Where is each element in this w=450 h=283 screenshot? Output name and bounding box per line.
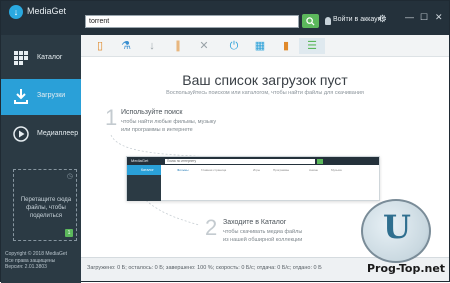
illustration-titlebar: MediaGet Поиск по интернету xyxy=(127,157,379,165)
illustration-app-name: MediaGet xyxy=(131,158,149,163)
search-input[interactable] xyxy=(85,15,299,28)
status-text: Загружено: 0 Б; осталось: 0 Б; завершено… xyxy=(87,265,322,271)
step-2-desc-line: из нашей обширной коллекции xyxy=(223,237,303,243)
app-name: MediaGet xyxy=(27,6,67,16)
download-icon xyxy=(14,89,28,104)
close-icon[interactable]: ✕ xyxy=(435,12,443,23)
step-2-desc: чтобы скачивать медиа файлы из нашей обш… xyxy=(223,228,302,244)
illustration-tab: Фильмы xyxy=(177,168,189,172)
toolbar: ▯ ⚗ ↓ ∥ ✕ ⏻ ▦ ▮ ☰ xyxy=(81,35,449,57)
illustration-tab: Аниме xyxy=(309,168,319,172)
search-button[interactable] xyxy=(302,14,319,28)
illustration-tab: Музыка xyxy=(331,168,342,172)
user-icon[interactable] xyxy=(325,17,331,25)
copyright-line: Copyright © 2018 MediaGet xyxy=(5,251,68,257)
sidebar-item-downloads[interactable]: Загрузки xyxy=(1,79,81,115)
sidebar-item-label: Загрузки xyxy=(37,92,66,99)
play-icon xyxy=(13,126,29,142)
stop-icon[interactable]: ✕ xyxy=(191,38,217,54)
copyright: Copyright © 2018 MediaGet Все права защи… xyxy=(5,251,67,271)
chart-icon[interactable]: ▮ xyxy=(273,38,299,54)
download-arrow-icon[interactable]: ↓ xyxy=(139,38,165,54)
step-2-desc-line: чтобы скачивать медиа файлы xyxy=(223,229,303,235)
sidebar-item-mediaplayer[interactable]: Медиаплеер xyxy=(1,117,81,153)
login-link[interactable]: Войти в аккаунт xyxy=(333,16,385,23)
illustration-screenshot: MediaGet Поиск по интернету Каталог Филь… xyxy=(126,156,380,201)
illustration-tab: Программы xyxy=(273,168,290,172)
watermark-text: Prog-Top.net xyxy=(367,262,446,275)
grid-icon xyxy=(14,51,28,65)
clock-icon: ◷ xyxy=(66,173,73,180)
maximize-icon[interactable]: ☐ xyxy=(420,12,428,23)
illustration-search-button xyxy=(317,159,323,164)
mediaget-logo-icon: ↓ xyxy=(9,5,23,19)
sidebar-item-label: Медиаплеер xyxy=(37,130,79,137)
share-drop-zone[interactable]: ◷ Перетащите сюда файлы, чтобы поделитьс… xyxy=(13,169,77,241)
watermark-logo-letter: U xyxy=(383,208,411,246)
sidebar: Каталог Загрузки Медиаплеер xyxy=(1,35,81,283)
copyright-line: Все права защищены xyxy=(5,257,56,264)
calendar-icon[interactable]: ▦ xyxy=(247,38,273,54)
flask-icon[interactable]: ⚗ xyxy=(113,38,139,54)
pause-icon[interactable]: ∥ xyxy=(165,38,191,54)
gear-icon[interactable]: ⚙ xyxy=(378,14,387,25)
drop-badge: 1 xyxy=(65,229,73,237)
drop-zone-text: Перетащите сюда файлы, чтобы поделиться xyxy=(20,197,72,219)
minimize-icon[interactable]: — xyxy=(405,12,414,22)
illustration-tab: Главная страница xyxy=(201,168,227,172)
list-icon[interactable]: ☰ xyxy=(299,38,325,54)
step-2-number: 2 xyxy=(205,215,218,240)
power-icon[interactable]: ⏻ xyxy=(221,38,247,54)
version-line: Версия: 2.01.3803 xyxy=(5,264,47,271)
illustration-tab: Игры xyxy=(253,168,261,172)
app-window: ↓ MediaGet — ☐ ✕ Войти в аккаунт ⚙ Катал… xyxy=(0,0,450,283)
step-2-title: Заходите в Каталог xyxy=(223,219,287,226)
illustration-tabs: Фильмы Главная страница Игры Программы А… xyxy=(161,165,379,172)
sidebar-item-label: Каталог xyxy=(37,54,63,61)
illustration-search: Поиск по интернету xyxy=(165,159,315,164)
new-file-icon[interactable]: ▯ xyxy=(87,38,113,54)
illustration-sidebar-label: Каталог xyxy=(141,168,154,172)
search-icon xyxy=(306,17,315,26)
sidebar-item-catalog[interactable]: Каталог xyxy=(1,41,81,77)
